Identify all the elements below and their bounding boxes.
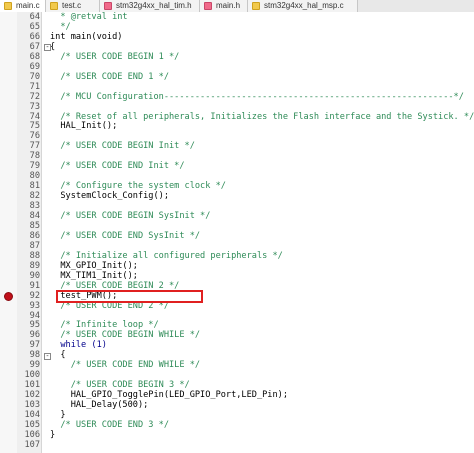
tab-label: test.c xyxy=(62,1,82,10)
tab-label: stm32g4xx_hal_msp.c xyxy=(264,1,344,10)
code-text: HAL_Init(); xyxy=(50,121,118,132)
breakpoint-gutter[interactable] xyxy=(0,12,17,453)
highlighted-line-box xyxy=(56,290,203,304)
code-text: /* USER CODE END 1 */ xyxy=(50,71,169,82)
tab-main-h[interactable]: main.h xyxy=(200,0,248,12)
c-file-icon xyxy=(50,2,58,10)
tab-label: main.h xyxy=(216,1,241,10)
c-file-icon xyxy=(252,2,260,10)
line-number: 73 xyxy=(29,101,40,112)
code-text: /* USER CODE END 2 */ xyxy=(50,300,169,311)
code-text: /* USER CODE BEGIN 1 */ xyxy=(50,51,180,62)
code-text: /* USER CODE END WHILE */ xyxy=(50,360,201,371)
h-file-icon xyxy=(204,2,212,10)
code-text: } xyxy=(50,429,56,440)
code-text: int main(void) xyxy=(50,31,123,42)
code-text: /* MCU Configuration--------------------… xyxy=(50,91,464,102)
code-text: /* USER CODE BEGIN Init */ xyxy=(50,141,195,152)
tab-test-c[interactable]: test.c xyxy=(46,0,100,12)
code-text: /* USER CODE BEGIN SysInit */ xyxy=(50,211,211,221)
code-text: /* USER CODE END 3 */ xyxy=(50,419,169,430)
tab-main-c[interactable]: main.c xyxy=(0,0,46,12)
tab-stm32g4xx-hal-tim-h[interactable]: stm32g4xx_hal_tim.h xyxy=(100,0,200,12)
tab-label: main.c xyxy=(16,1,40,10)
h-file-icon xyxy=(104,2,112,10)
code-text: /* USER CODE END SysInit */ xyxy=(50,230,201,241)
tab-label: stm32g4xx_hal_tim.h xyxy=(116,1,192,10)
fold-toggle-icon[interactable]: - xyxy=(44,352,51,360)
line-number: 93 xyxy=(29,300,40,311)
code-text: SystemClock_Config(); xyxy=(50,191,169,202)
line-number: 107 xyxy=(24,439,40,450)
fold-toggle-icon[interactable]: - xyxy=(44,44,51,52)
code-text: /* USER CODE END Init */ xyxy=(50,161,185,172)
tab-stm32g4xx-hal-msp-c[interactable]: stm32g4xx_hal_msp.c xyxy=(248,0,358,12)
c-file-icon xyxy=(4,2,12,10)
